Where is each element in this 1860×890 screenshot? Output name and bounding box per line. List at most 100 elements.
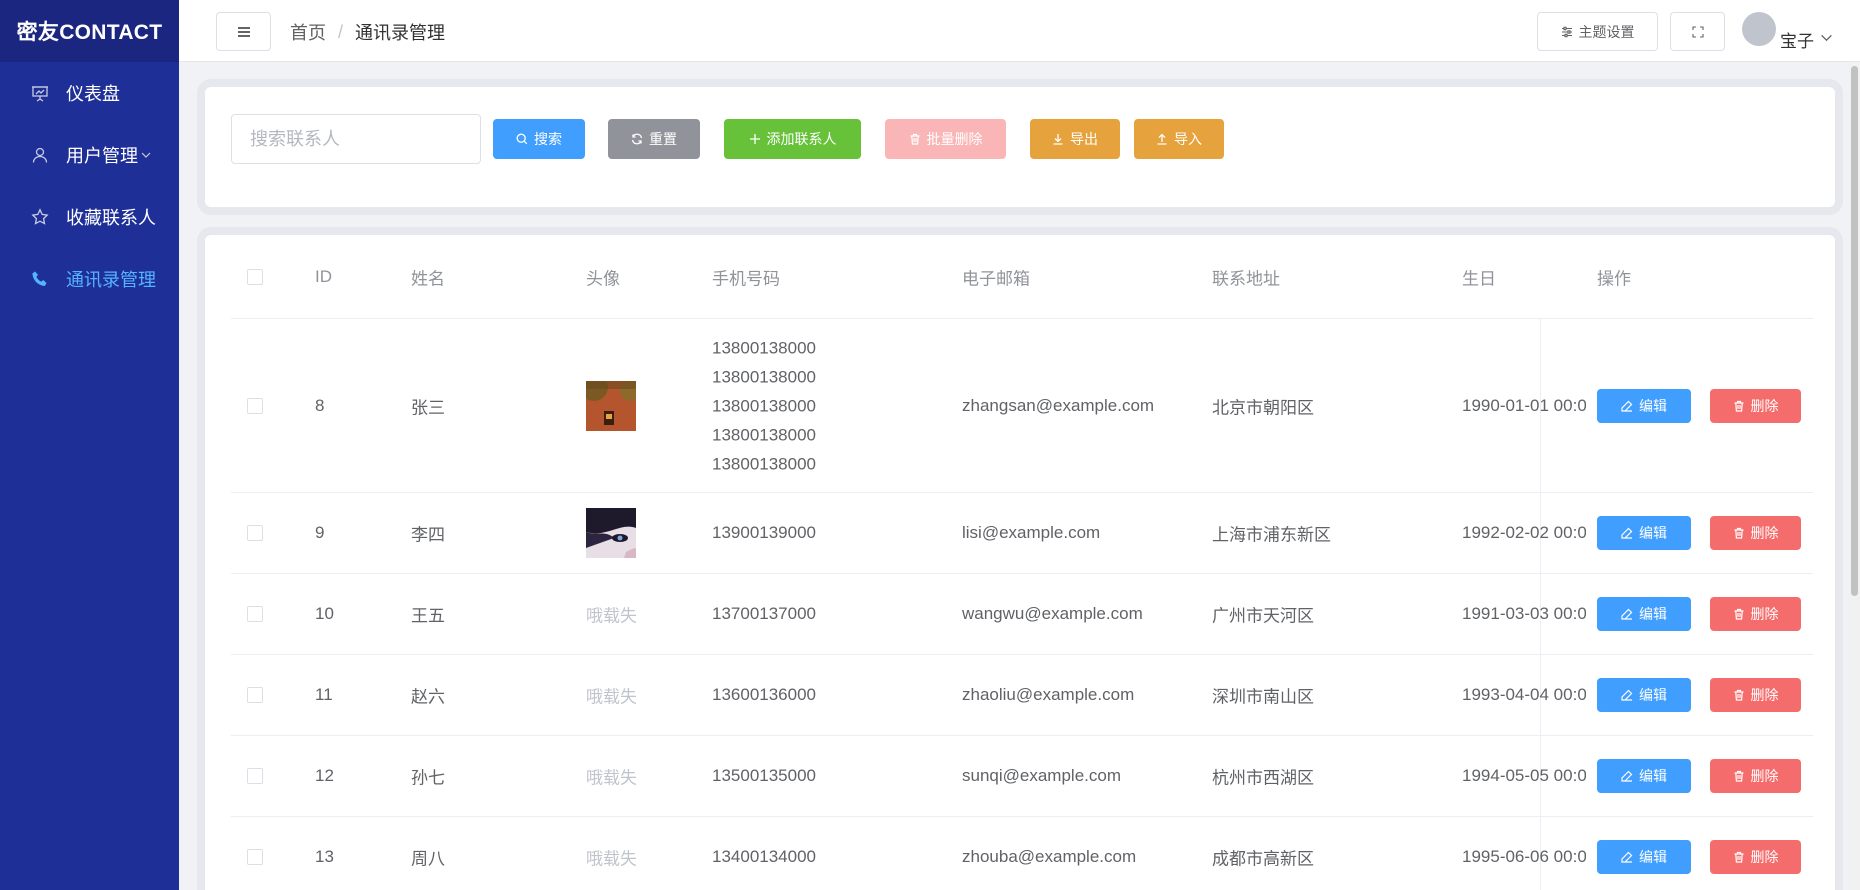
user-menu[interactable]: 宝子 (1742, 12, 1833, 52)
trash-icon (1734, 851, 1743, 863)
top-header: 首页 / 通讯录管理 主题设置 宝子 (179, 0, 1860, 62)
edit-button[interactable]: 编辑 (1597, 759, 1691, 793)
chevron-down-icon[interactable] (1820, 31, 1833, 49)
import-button[interactable]: 导入 (1134, 119, 1224, 159)
edit-button[interactable]: 编辑 (1597, 597, 1691, 631)
cell-phone: 13900139000 (712, 523, 817, 542)
trash-icon (1734, 689, 1743, 701)
trash-icon (910, 133, 919, 145)
row-checkbox[interactable] (247, 525, 263, 541)
contact-avatar-image[interactable] (586, 508, 636, 558)
sidebar-item-dashboard[interactable]: 仪表盘 (0, 62, 179, 124)
page-scrollbar[interactable] (1849, 62, 1860, 890)
cell-name: 赵六 (411, 687, 445, 707)
sidebar-item-label: 通讯录管理 (66, 270, 156, 290)
table-row: 8 张三 13800138000 13800138000 13800138000… (231, 319, 1813, 493)
cell-phone: 13800138000 13800138000 13800138000 1380… (712, 333, 816, 478)
edit-button[interactable]: 编辑 (1597, 516, 1691, 550)
trash-icon (1734, 770, 1743, 782)
table-row: 12 孙七 哦载失败 13500135000 sunqi@example.com… (231, 736, 1813, 817)
cell-name: 王五 (411, 606, 445, 626)
edit-button[interactable]: 编辑 (1597, 388, 1691, 423)
app-logo: 密友CONTACT (0, 0, 179, 62)
username[interactable]: 宝子 (1780, 27, 1814, 52)
sidebar-item-contacts-management[interactable]: 通讯录管理 (0, 248, 179, 310)
cell-address: 杭州市西湖区 (1212, 768, 1314, 788)
edit-button[interactable]: 编辑 (1597, 678, 1691, 712)
cell-email: zhouba@example.com (962, 847, 1137, 866)
hamburger-icon (237, 26, 250, 37)
edit-button[interactable]: 编辑 (1597, 840, 1691, 874)
phone-number: 13800138000 (712, 454, 817, 473)
cell-id: 11 (315, 685, 333, 704)
cell-id: 8 (315, 395, 325, 415)
breadcrumb: 首页 / 通讯录管理 (290, 19, 445, 45)
cell-birthday: 1995-06-06 00:00:00 (1462, 847, 1586, 866)
chevron-down-icon (140, 149, 152, 161)
sliders-icon (1561, 26, 1572, 37)
avatar[interactable] (1742, 12, 1776, 46)
star-icon (30, 207, 50, 227)
row-checkbox[interactable] (247, 397, 263, 414)
column-header-actions: 操作 (1597, 269, 1631, 288)
row-checkbox[interactable] (247, 849, 263, 865)
sidebar-item-label: 用户管理 (66, 146, 138, 166)
theme-settings-button[interactable]: 主题设置 (1537, 12, 1658, 51)
row-checkbox[interactable] (247, 687, 263, 703)
sidebar-item-user-management[interactable]: 用户管理 (0, 124, 179, 186)
delete-button[interactable]: 删除 (1710, 840, 1801, 874)
select-all-checkbox[interactable] (247, 268, 263, 285)
delete-button[interactable]: 删除 (1710, 678, 1801, 712)
cell-name: 周八 (411, 849, 445, 869)
cell-email: wangwu@example.com (962, 604, 1143, 623)
cell-name: 张三 (411, 398, 445, 417)
fullscreen-button[interactable] (1670, 12, 1725, 51)
cell-address: 成都市高新区 (1212, 849, 1314, 869)
theme-settings-label: 主题设置 (1578, 23, 1635, 40)
edit-icon (1621, 851, 1633, 863)
batch-delete-button[interactable]: 批量删除 (885, 119, 1006, 159)
contact-avatar-image[interactable] (586, 380, 636, 431)
search-button[interactable]: 搜索 (493, 119, 585, 159)
edit-label: 编辑 (1639, 397, 1667, 414)
search-button-label: 搜索 (534, 131, 562, 147)
row-checkbox[interactable] (247, 606, 263, 622)
delete-label: 删除 (1750, 606, 1779, 622)
scrollbar-thumb[interactable] (1851, 66, 1858, 596)
export-button[interactable]: 导出 (1030, 119, 1120, 159)
cell-id: 9 (315, 523, 325, 542)
cell-email: zhaoliu@example.com (962, 685, 1135, 704)
table-row: 11 赵六 哦载失败 13600136000 zhaoliu@example.c… (231, 655, 1813, 736)
delete-button[interactable]: 删除 (1710, 759, 1801, 793)
delete-label: 删除 (1750, 849, 1779, 865)
delete-label: 删除 (1750, 397, 1779, 414)
fullscreen-icon (1691, 25, 1704, 38)
column-header-avatar: 头像 (586, 269, 620, 288)
cell-birthday: 1992-02-02 00:00:00 (1462, 523, 1586, 542)
breadcrumb-home[interactable]: 首页 (290, 19, 326, 45)
search-input[interactable] (231, 114, 481, 164)
table-row: 10 王五 哦载失败 13700137000 wangwu@example.co… (231, 574, 1813, 655)
reset-button[interactable]: 重置 (608, 119, 700, 159)
cell-phone: 13700137000 (712, 604, 817, 623)
cell-address: 北京市朝阳区 (1212, 398, 1314, 417)
add-contact-button[interactable]: 添加联系人 (724, 119, 861, 159)
edit-label: 编辑 (1639, 849, 1667, 865)
user-icon (30, 145, 50, 165)
table-header: ID 姓名 头像 手机号码 电子邮箱 联系地址 生日 操作 (231, 235, 1813, 319)
cell-phone: 13500135000 (712, 766, 817, 785)
delete-button[interactable]: 删除 (1710, 388, 1801, 423)
cell-address: 深圳市南山区 (1212, 687, 1314, 707)
row-checkbox[interactable] (247, 768, 263, 784)
sidebar-item-favorite-contacts[interactable]: 收藏联系人 (0, 186, 179, 248)
phone-number: 13800138000 (712, 396, 817, 415)
table-row: 13 周八 哦载失败 13400134000 zhouba@example.co… (231, 817, 1813, 890)
collapse-menu-button[interactable] (216, 12, 271, 51)
edit-label: 编辑 (1639, 768, 1667, 784)
table-row: 9 李四 13900139000 lisi@example.com 上海市浦东新… (231, 493, 1813, 574)
delete-button[interactable]: 删除 (1710, 597, 1801, 631)
contacts-table-card: ID 姓名 头像 手机号码 电子邮箱 联系地址 生日 操作 8 张三 13800… (205, 235, 1835, 890)
breadcrumb-separator: / (338, 21, 344, 42)
delete-button[interactable]: 删除 (1710, 516, 1801, 550)
plus-icon (749, 134, 760, 144)
